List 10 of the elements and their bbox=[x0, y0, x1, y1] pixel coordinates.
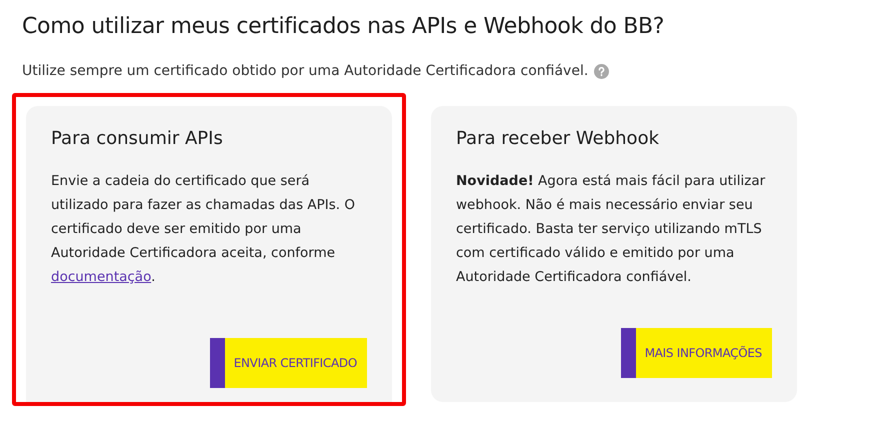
page-title: Como utilizar meus certificados nas APIs e Webhook do BB? bbox=[22, 14, 666, 39]
card-text: Novidade! Agora está mais fácil para utilizar webhook. Não é mais necessário enviar seu certificado. Basta ter serviço utilizando mTLS com certificado válido e emitido por uma Autoridade Certificadora confiável. bbox=[456, 172, 766, 287]
card-heading: Para receber Webhook bbox=[456, 128, 660, 149]
action-button[interactable]: ENVIAR CERTIFICADO bbox=[210, 338, 367, 388]
subtitle: Utilize sempre um certificado obtido por uma Autoridade Certificadora confiável. bbox=[22, 63, 588, 79]
action-button[interactable]: MAIS INFORMAÇÕES bbox=[620, 328, 772, 378]
documentation-link[interactable]: documentação bbox=[51, 269, 152, 285]
card-heading: Para consumir APIs bbox=[51, 128, 224, 149]
card-text: Envie a cadeia do certificado que será utilizado para fazer as chamadas das APIs. O certificado deve ser emitido por uma Autoridade Certificadora aceita, conforme documentação. bbox=[51, 172, 356, 287]
help-icon[interactable] bbox=[594, 64, 610, 78]
